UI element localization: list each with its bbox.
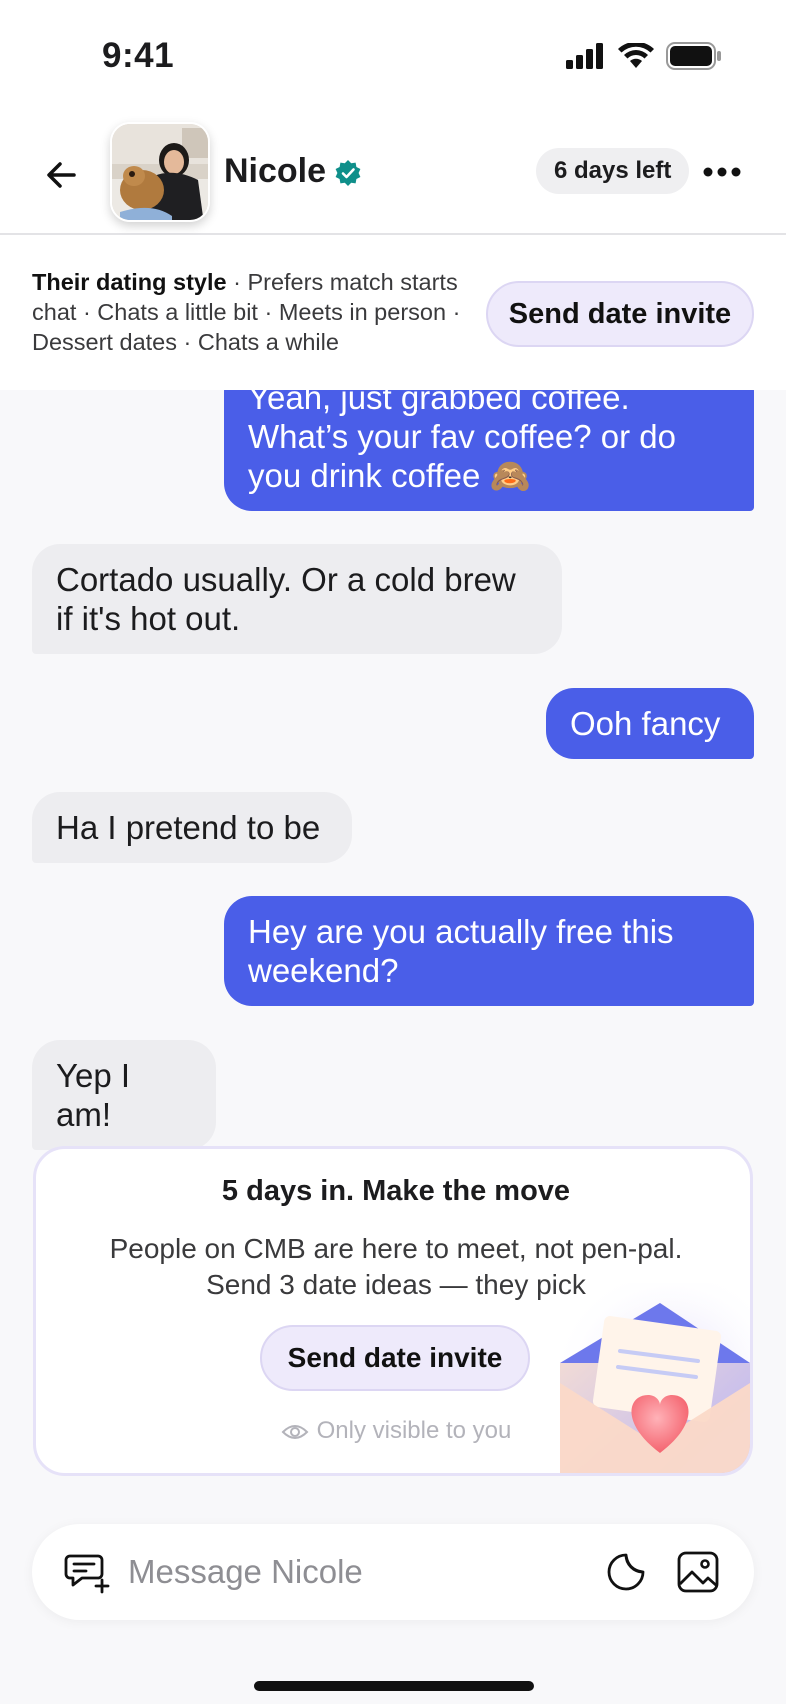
message-line: you drink coffee 🙈 xyxy=(248,457,531,494)
status-bar: 9:41 xyxy=(0,0,786,110)
chat-header: Nicole 6 days left xyxy=(0,110,786,235)
message-line: Cortado usually. Or a cold brew xyxy=(56,561,516,598)
image-icon[interactable] xyxy=(676,1550,720,1594)
status-time: 9:41 xyxy=(102,36,175,75)
nudge-send-date-invite-button[interactable]: Send date invite xyxy=(260,1325,530,1391)
nudge-body-line: People on CMB are here to meet, not pen-… xyxy=(109,1233,683,1264)
avatar[interactable] xyxy=(110,122,210,222)
message-line: Yep I am! xyxy=(56,1057,131,1133)
dating-style-label: Their dating style xyxy=(32,269,227,295)
home-indicator xyxy=(254,1681,534,1691)
message-line: Ooh fancy xyxy=(570,705,721,742)
message-composer xyxy=(32,1524,754,1620)
back-arrow-icon[interactable] xyxy=(40,152,86,198)
message-bubble-sent: Hey are you actually free this weekend? xyxy=(224,896,754,1006)
message-line: Hey are you actually free this xyxy=(248,913,674,950)
message-line: Ha I pretend to be xyxy=(56,809,321,846)
battery-icon xyxy=(666,42,721,70)
send-date-invite-button[interactable]: Send date invite xyxy=(486,281,754,347)
dating-style-text: Their dating style · Prefers match start… xyxy=(32,267,472,357)
verified-badge-icon xyxy=(335,160,361,186)
visibility-note-text: Only visible to you xyxy=(316,1417,512,1444)
date-nudge-card: 5 days in. Make the move People on CMB a… xyxy=(33,1146,753,1476)
eye-icon xyxy=(281,1424,309,1439)
message-line: Yeah, just grabbed coffee. xyxy=(248,390,630,416)
dating-style-bar: Their dating style · Prefers match start… xyxy=(0,235,786,390)
avatar-photo xyxy=(112,124,208,220)
message-bubble-received: Ha I pretend to be xyxy=(32,792,352,863)
match-name[interactable]: Nicole xyxy=(224,152,326,191)
message-line: if it's hot out. xyxy=(56,600,241,637)
message-bubble-sent: Ooh fancy xyxy=(546,688,754,759)
visibility-note: Only visible to you xyxy=(36,1417,750,1445)
signal-icon xyxy=(566,43,603,69)
wifi-icon xyxy=(618,43,654,68)
message-input[interactable] xyxy=(128,1546,548,1598)
nudge-title: 5 days in. Make the move xyxy=(221,1175,571,1207)
message-bubble-received: Yep I am! xyxy=(32,1040,216,1150)
days-left-badge: 6 days left xyxy=(536,148,690,194)
message-bubble-received: Cortado usually. Or a cold brew if it's … xyxy=(32,544,562,654)
status-icons xyxy=(566,42,722,70)
more-options-icon[interactable] xyxy=(702,166,742,178)
conversation-starter-icon[interactable] xyxy=(64,1550,110,1594)
message-bubble-sent: Yeah, just grabbed coffee. What’s your f… xyxy=(224,390,754,511)
message-line: What’s your fav coffee? or do xyxy=(248,418,677,455)
message-line: weekend? xyxy=(248,952,399,989)
sticker-icon[interactable] xyxy=(606,1552,646,1592)
